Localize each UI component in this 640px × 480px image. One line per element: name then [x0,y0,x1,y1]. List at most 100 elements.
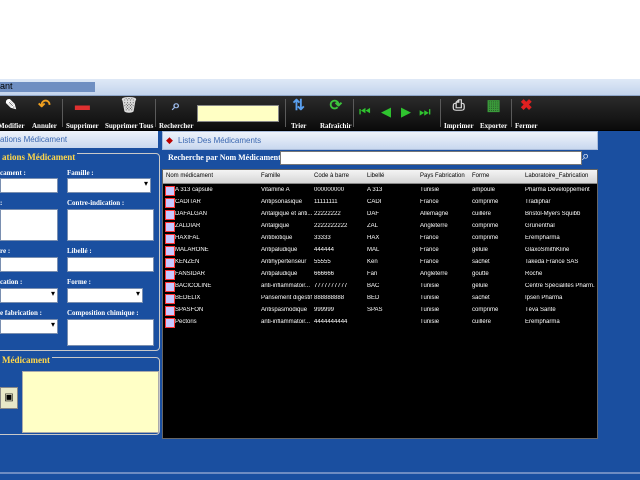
medicine-icon [165,222,175,232]
search-input[interactable] [280,151,582,165]
table-cell: France [420,247,439,253]
first-record-icon[interactable]: ⏮ [359,104,371,120]
pays-fabrication-select[interactable] [0,319,58,334]
table-cell: 999999 [314,307,335,313]
table-row[interactable]: BACICOLINE anti-inflammatoir... 7777777777… [163,281,597,292]
column-header[interactable]: Pays Fabrication [420,173,465,179]
medicaments-table: Nom médicament Famille Code à barre Libe… [162,169,598,439]
nom-field[interactable] [0,178,58,193]
annuler-button[interactable]: ↶ Annuler [32,97,57,130]
browse-image-button[interactable]: ▣ [0,387,18,409]
table-cell: comprimé [472,235,499,241]
column-header[interactable]: Famille [261,173,280,179]
title-highlight [0,82,95,92]
medicine-icon [165,318,175,328]
window-title: ant [0,81,13,91]
imprimer-button[interactable]: ⎙ Imprimer [444,97,474,130]
table-cell: 33333 [314,235,331,241]
table-row[interactable]: BEDELIX Pansement digestif 888888888 BED Tun… [163,293,597,304]
label-indication: : [0,199,3,207]
code-barre-field[interactable] [0,257,58,272]
table-cell: HAX [367,235,380,241]
table-cell: A 313 capsule [175,187,213,193]
table-row[interactable]: Pectoris anti-inflammatoir... 4444444444 Tu… [163,317,597,328]
table-cell: SPASFON [175,307,204,313]
table-cell: ZALDIAR [175,223,201,229]
table-cell: CADITAR [175,199,201,205]
fabrication-select[interactable] [0,288,58,303]
libelle-field[interactable] [67,257,154,272]
exporter-button[interactable]: ▦ Exporter [480,97,507,130]
title-bar: ant [0,79,640,96]
composition-field[interactable] [67,319,154,346]
app-window: ant ✎ Modifier ↶ Annuler ▬ Supprimer 🗑 S… [0,79,640,480]
table-cell: SPAS [367,307,383,313]
table-header: Nom médicament Famille Code à barre Libe… [163,170,597,184]
table-cell: anti-inflammatoir... [261,283,311,289]
rafraichir-button[interactable]: ⟳ Rafraîchir [320,97,352,130]
last-record-icon[interactable]: ⏭ [419,104,431,120]
table-row[interactable]: FANSIDAR Antipaludique 666666 Fan Angleterre… [163,269,597,280]
table-row[interactable]: SPASFON Antispasmodique 999999 SPAS Tunisie c… [163,305,597,316]
medicine-icon [165,234,175,244]
table-row[interactable]: A 313 capsule Vitamine A 000000000 A 313 Tun… [163,185,597,196]
supprimer-button[interactable]: ▬ Supprimer [66,97,99,130]
table-cell: Angleterre [420,223,448,229]
label-libelle: Libellé : [67,247,92,255]
next-record-icon[interactable]: ▶ [401,104,411,120]
tab-liste-medicaments[interactable]: ◆ Liste Des Médicaments [162,131,598,150]
table-cell: Tunisie [420,187,440,193]
medicine-icon [165,270,175,280]
toolbar-separator [155,99,156,127]
column-header[interactable]: Laboratoire_Fabrication [525,173,588,179]
label-contre-indication: Contre-indication : [67,199,125,207]
table-cell: France [420,259,439,265]
table-cell: FANSIDAR [175,271,206,277]
medicine-icon [165,198,175,208]
table-cell: sachet [472,259,490,265]
table-cell: Erempharma [525,319,560,325]
forme-select[interactable] [67,288,143,303]
column-header[interactable]: Nom médicament [166,173,213,179]
table-cell: Pectoris [175,319,197,325]
table-row[interactable]: DAFALGAN Antalgique et anti... 22222222 DAF… [163,209,597,220]
famille-select[interactable] [67,178,151,193]
table-cell: 666666 [314,271,335,277]
fermer-button[interactable]: ✖ Fermer [515,97,538,130]
table-cell: gélule [472,283,489,289]
table-cell: gélule [472,247,489,253]
table-cell: France [420,199,439,205]
supprimer-tous-button[interactable]: 🗑 Supprimer Tous [105,97,153,130]
table-row[interactable]: CADITAR Antipsoriasique 11111111 CADI France… [163,197,597,208]
table-row[interactable]: MALARONE Antipaludique 444444 MAL France gélu… [163,245,597,256]
table-row[interactable]: ZALDIAR Antalgique 2222222222 ZAL Angleterre… [163,221,597,232]
table-cell: 7777777777 [314,283,348,289]
table-cell: 2222222222 [314,223,348,229]
table-row[interactable]: HAXIFAL Antibiotique 33333 HAX France comprim… [163,233,597,244]
trier-button[interactable]: ⇅ Trier [291,97,306,130]
toolbar-search-input[interactable] [197,105,279,122]
table-cell: DAF [367,211,379,217]
rechercher-button[interactable]: ⌕ Rechercher [159,97,193,130]
search-icon[interactable]: ⌕ [582,148,589,164]
table-cell: ZAL [367,223,379,229]
medicine-icon [165,186,175,196]
table-cell: Antihypertenseur [261,259,307,265]
indication-field[interactable] [0,209,58,241]
list-icon: ◆ [166,135,173,145]
table-cell: comprimé [472,223,499,229]
column-header[interactable]: Code à barre [314,173,349,179]
contre-indication-field[interactable] [67,209,154,241]
table-cell: BAC [367,283,380,289]
table-cell: anti-inflammatoir... [261,319,311,325]
table-row[interactable]: KENZEN Antihypertenseur 55555 Ken France sach… [163,257,597,268]
label-nom: cament : [0,169,26,177]
previous-record-icon[interactable]: ◀ [381,104,391,120]
search-icon: ⌕ [172,98,181,114]
tab-informations-medicament[interactable]: ations Médicament [0,131,158,148]
column-header[interactable]: Forme [472,173,489,179]
table-cell: BACICOLINE [175,283,212,289]
modifier-button[interactable]: ✎ Modifier [0,97,24,130]
table-cell: 4444444444 [314,319,348,325]
column-header[interactable]: Libellé [367,173,384,179]
